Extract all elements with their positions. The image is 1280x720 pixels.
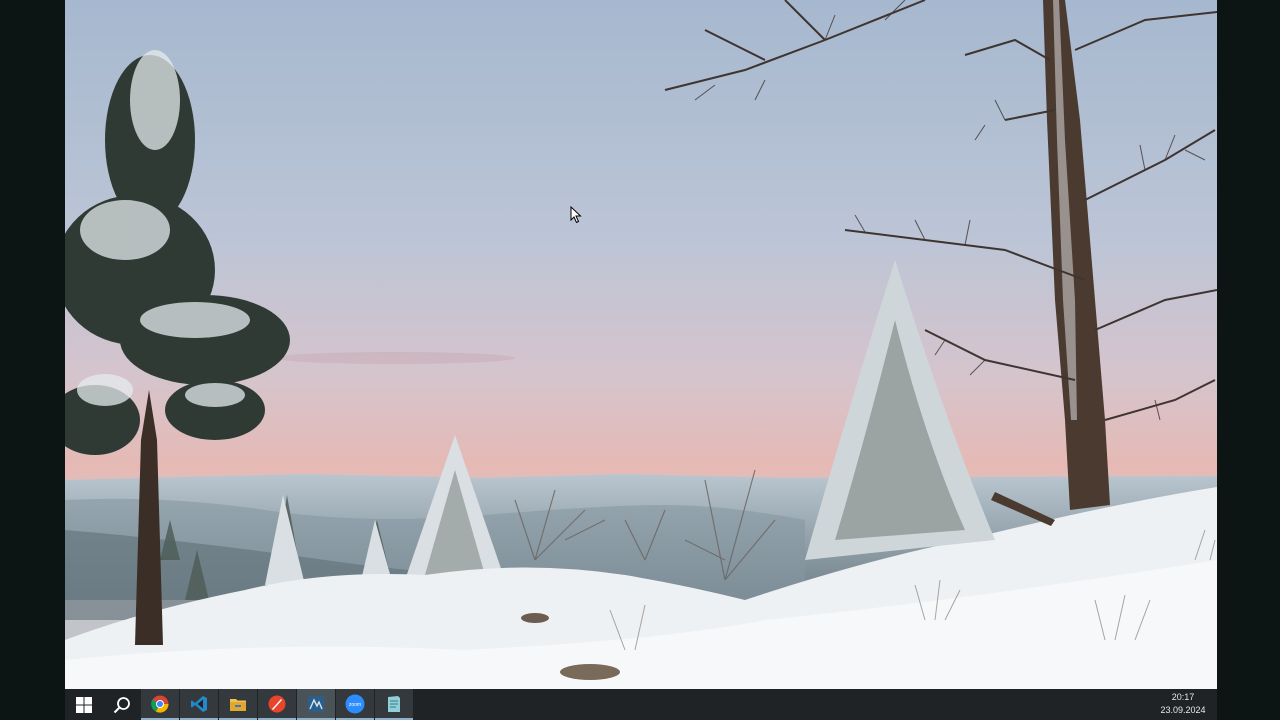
red-app-icon bbox=[268, 695, 286, 712]
windows-start-icon bbox=[76, 696, 92, 713]
letterbox-left bbox=[0, 0, 65, 720]
ssms-icon bbox=[308, 695, 324, 712]
clock-date: 23.09.2024 bbox=[1160, 705, 1206, 715]
mouse-cursor-icon bbox=[570, 206, 582, 224]
chrome-icon bbox=[151, 695, 169, 713]
winter-landscape-wallpaper bbox=[65, 0, 1217, 689]
system-clock[interactable]: 20:17 23.09.2024 bbox=[1153, 691, 1213, 717]
desktop-wallpaper[interactable] bbox=[65, 0, 1217, 689]
taskbar-app-vscode[interactable] bbox=[180, 689, 218, 720]
taskbar-app-red[interactable] bbox=[258, 689, 296, 720]
taskbar-app-file-explorer[interactable] bbox=[219, 689, 257, 720]
taskbar-app-notes[interactable] bbox=[375, 689, 413, 720]
clock-time: 20:17 bbox=[1171, 692, 1195, 702]
notes-app-icon bbox=[388, 695, 400, 712]
zoom-icon: zoom bbox=[345, 694, 365, 713]
start-button[interactable] bbox=[65, 689, 103, 720]
svg-text:zoom: zoom bbox=[349, 702, 361, 708]
search-icon bbox=[113, 696, 130, 713]
taskbar-app-ssms[interactable] bbox=[297, 689, 335, 720]
taskbar-app-chrome[interactable] bbox=[141, 689, 179, 720]
vscode-icon bbox=[191, 695, 207, 712]
taskbar-app-zoom[interactable]: zoom bbox=[336, 689, 374, 720]
search-button[interactable] bbox=[103, 689, 141, 720]
taskbar: zoom 20:17 23.09.2024 bbox=[65, 689, 1217, 720]
file-explorer-icon bbox=[230, 698, 246, 711]
letterbox-right bbox=[1217, 0, 1280, 720]
